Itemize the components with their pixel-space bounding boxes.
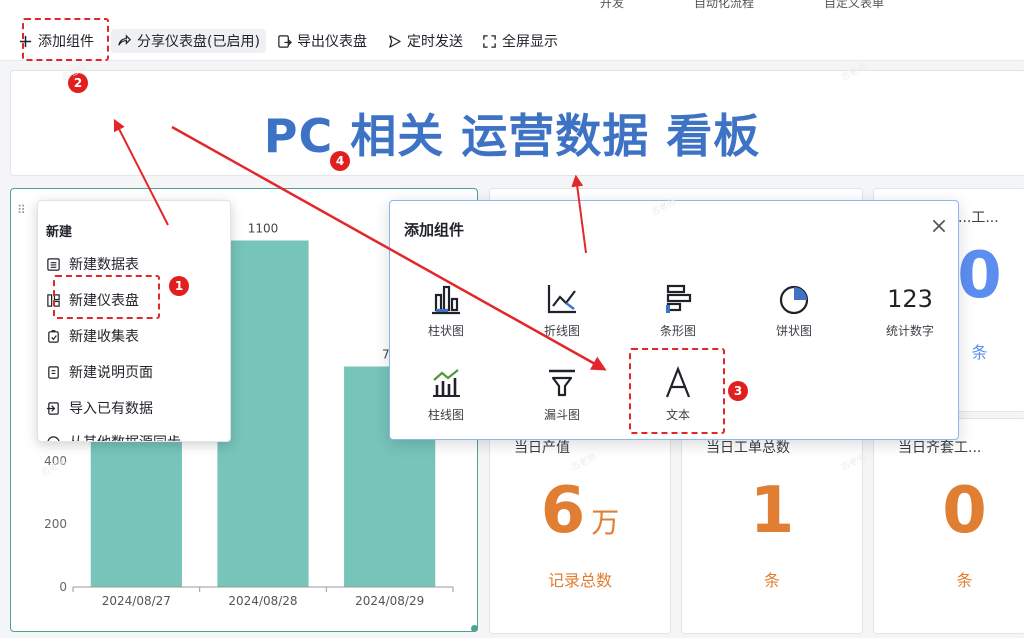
y-tick-label: 200 [44, 517, 67, 531]
annotation-box-add-component [22, 18, 109, 61]
share-dashboard-button[interactable]: 分享仪表盘(已启用) [111, 29, 266, 53]
component-label: 条形图 [659, 324, 696, 338]
stat-label: 当日产值 [514, 440, 570, 456]
annotation-box-text-component [629, 348, 725, 434]
scheduled-send-button[interactable]: 定时发送 [387, 29, 463, 53]
stat-value: 6万 [490, 474, 670, 548]
component-line-chart[interactable]: 折线图 [514, 281, 610, 351]
stat-number: 6 [540, 474, 586, 548]
line-chart-icon [547, 285, 576, 314]
export-dashboard-label: 导出仪表盘 [297, 34, 367, 50]
annotation-box-new-dashboard [53, 275, 160, 319]
menu-item-new-doc-page[interactable]: 新建说明页面 [46, 361, 153, 383]
menu-item-label: 从其他数据源同步 [69, 432, 181, 441]
component-label: 饼状图 [775, 324, 812, 338]
dashboard-title: PC 相关 运营数据 看板 [263, 109, 761, 163]
menu-item-label: 新建说明页面 [69, 365, 153, 381]
funnel-icon [549, 369, 575, 397]
new-menu: 新建 新建数据表 新建仪表盘 新建收集表 新建说明页面 导入已有数据 从其他数据… [37, 200, 231, 442]
fullscreen-icon [483, 34, 496, 48]
stat-card-0[interactable]: 当日产值 6万 记录总数 [489, 418, 671, 634]
stat-foot: 条 [956, 571, 973, 590]
component-label: 柱状图 [427, 324, 464, 338]
stat-card-1[interactable]: 当日工单总数 1 条 [681, 418, 863, 634]
stat-label: ...工... [958, 210, 999, 226]
scheduled-send-label: 定时发送 [407, 34, 463, 50]
annotation-badge-1: 1 [169, 276, 189, 296]
bar-chart-icon [432, 285, 460, 315]
component-label: 统计数字 [885, 324, 934, 338]
menu-item-label: 新建收集表 [69, 329, 139, 345]
dialog-title: 添加组件 [404, 221, 465, 239]
menu-item-new-table[interactable]: 新建数据表 [46, 253, 139, 275]
share-dashboard-label: 分享仪表盘(已启用) [137, 34, 260, 50]
annotation-badge-4: 4 [330, 151, 350, 171]
fullscreen-button[interactable]: 全屏显示 [482, 29, 558, 53]
stat-value: 1 [749, 474, 795, 548]
component-bar-line-chart[interactable]: 柱线图 [398, 365, 494, 435]
component-funnel-chart[interactable]: 漏斗图 [514, 365, 610, 435]
component-statistic-number[interactable]: 123 统计数字 [862, 281, 958, 351]
close-icon[interactable] [930, 217, 948, 235]
table-icon [47, 257, 60, 271]
menu-item-import-data[interactable]: 导入已有数据 [46, 397, 153, 419]
import-icon [46, 401, 59, 415]
component-pie-chart[interactable]: 饼状图 [746, 281, 842, 351]
stat-value: 0 [942, 474, 987, 548]
stat-unit: 万 [591, 506, 620, 539]
export-dashboard-button[interactable]: 导出仪表盘 [277, 29, 367, 53]
bar-line-chart-icon [433, 369, 460, 397]
menu-item-new-form[interactable]: 新建收集表 [46, 325, 139, 347]
horizontal-bar-icon [666, 284, 692, 313]
bar-data-label: 1100 [248, 222, 279, 236]
component-label: 折线图 [543, 324, 580, 338]
menu-item-label: 导入已有数据 [69, 401, 153, 417]
x-tick-label: 2024/08/27 [102, 594, 171, 608]
menu-item-sync-other-source[interactable]: 从其他数据源同步 [46, 431, 181, 441]
x-tick-label: 2024/08/28 [228, 594, 297, 608]
send-icon [389, 34, 401, 48]
stat-foot: 记录总数 [547, 571, 612, 590]
document-icon [48, 365, 59, 379]
resize-handle[interactable] [471, 625, 478, 632]
export-icon [278, 34, 292, 48]
stat-label: 当日齐套工... [898, 440, 982, 456]
component-horizontal-bar[interactable]: 条形图 [630, 281, 726, 351]
menu-item-label: 新建数据表 [69, 257, 139, 273]
y-tick-label: 0 [59, 580, 67, 594]
bar [217, 240, 309, 587]
stat-card-2[interactable]: 当日齐套工... 0 条 [873, 418, 1024, 634]
top-tab-dev[interactable]: 开发 [600, 0, 624, 11]
component-label: 漏斗图 [543, 408, 580, 422]
stat-label: 当日工单总数 [706, 440, 790, 456]
pie-chart-icon [779, 285, 809, 315]
fullscreen-label: 全屏显示 [502, 34, 558, 50]
number-glyph-icon: 123 [887, 285, 933, 313]
toolbar: 开发 自动化流程 自定义表单 添加组件 分享仪表盘(已启用) 导出仪表盘 定时发… [0, 0, 1024, 61]
top-partial-nav: 开发 自动化流程 自定义表单 [600, 0, 884, 11]
annotation-badge-3: 3 [728, 381, 748, 401]
share-icon [118, 33, 131, 46]
sync-icon [47, 435, 60, 441]
x-tick-label: 2024/08/29 [355, 594, 424, 608]
component-label: 柱线图 [427, 408, 464, 422]
top-tab-custom-form[interactable]: 自定义表单 [824, 0, 884, 11]
component-bar-chart[interactable]: 柱状图 [398, 281, 494, 351]
stat-foot: 条 [763, 571, 780, 590]
clipboard-check-icon [48, 329, 59, 343]
new-menu-title: 新建 [46, 225, 73, 240]
top-tab-automation[interactable]: 自动化流程 [694, 0, 754, 11]
